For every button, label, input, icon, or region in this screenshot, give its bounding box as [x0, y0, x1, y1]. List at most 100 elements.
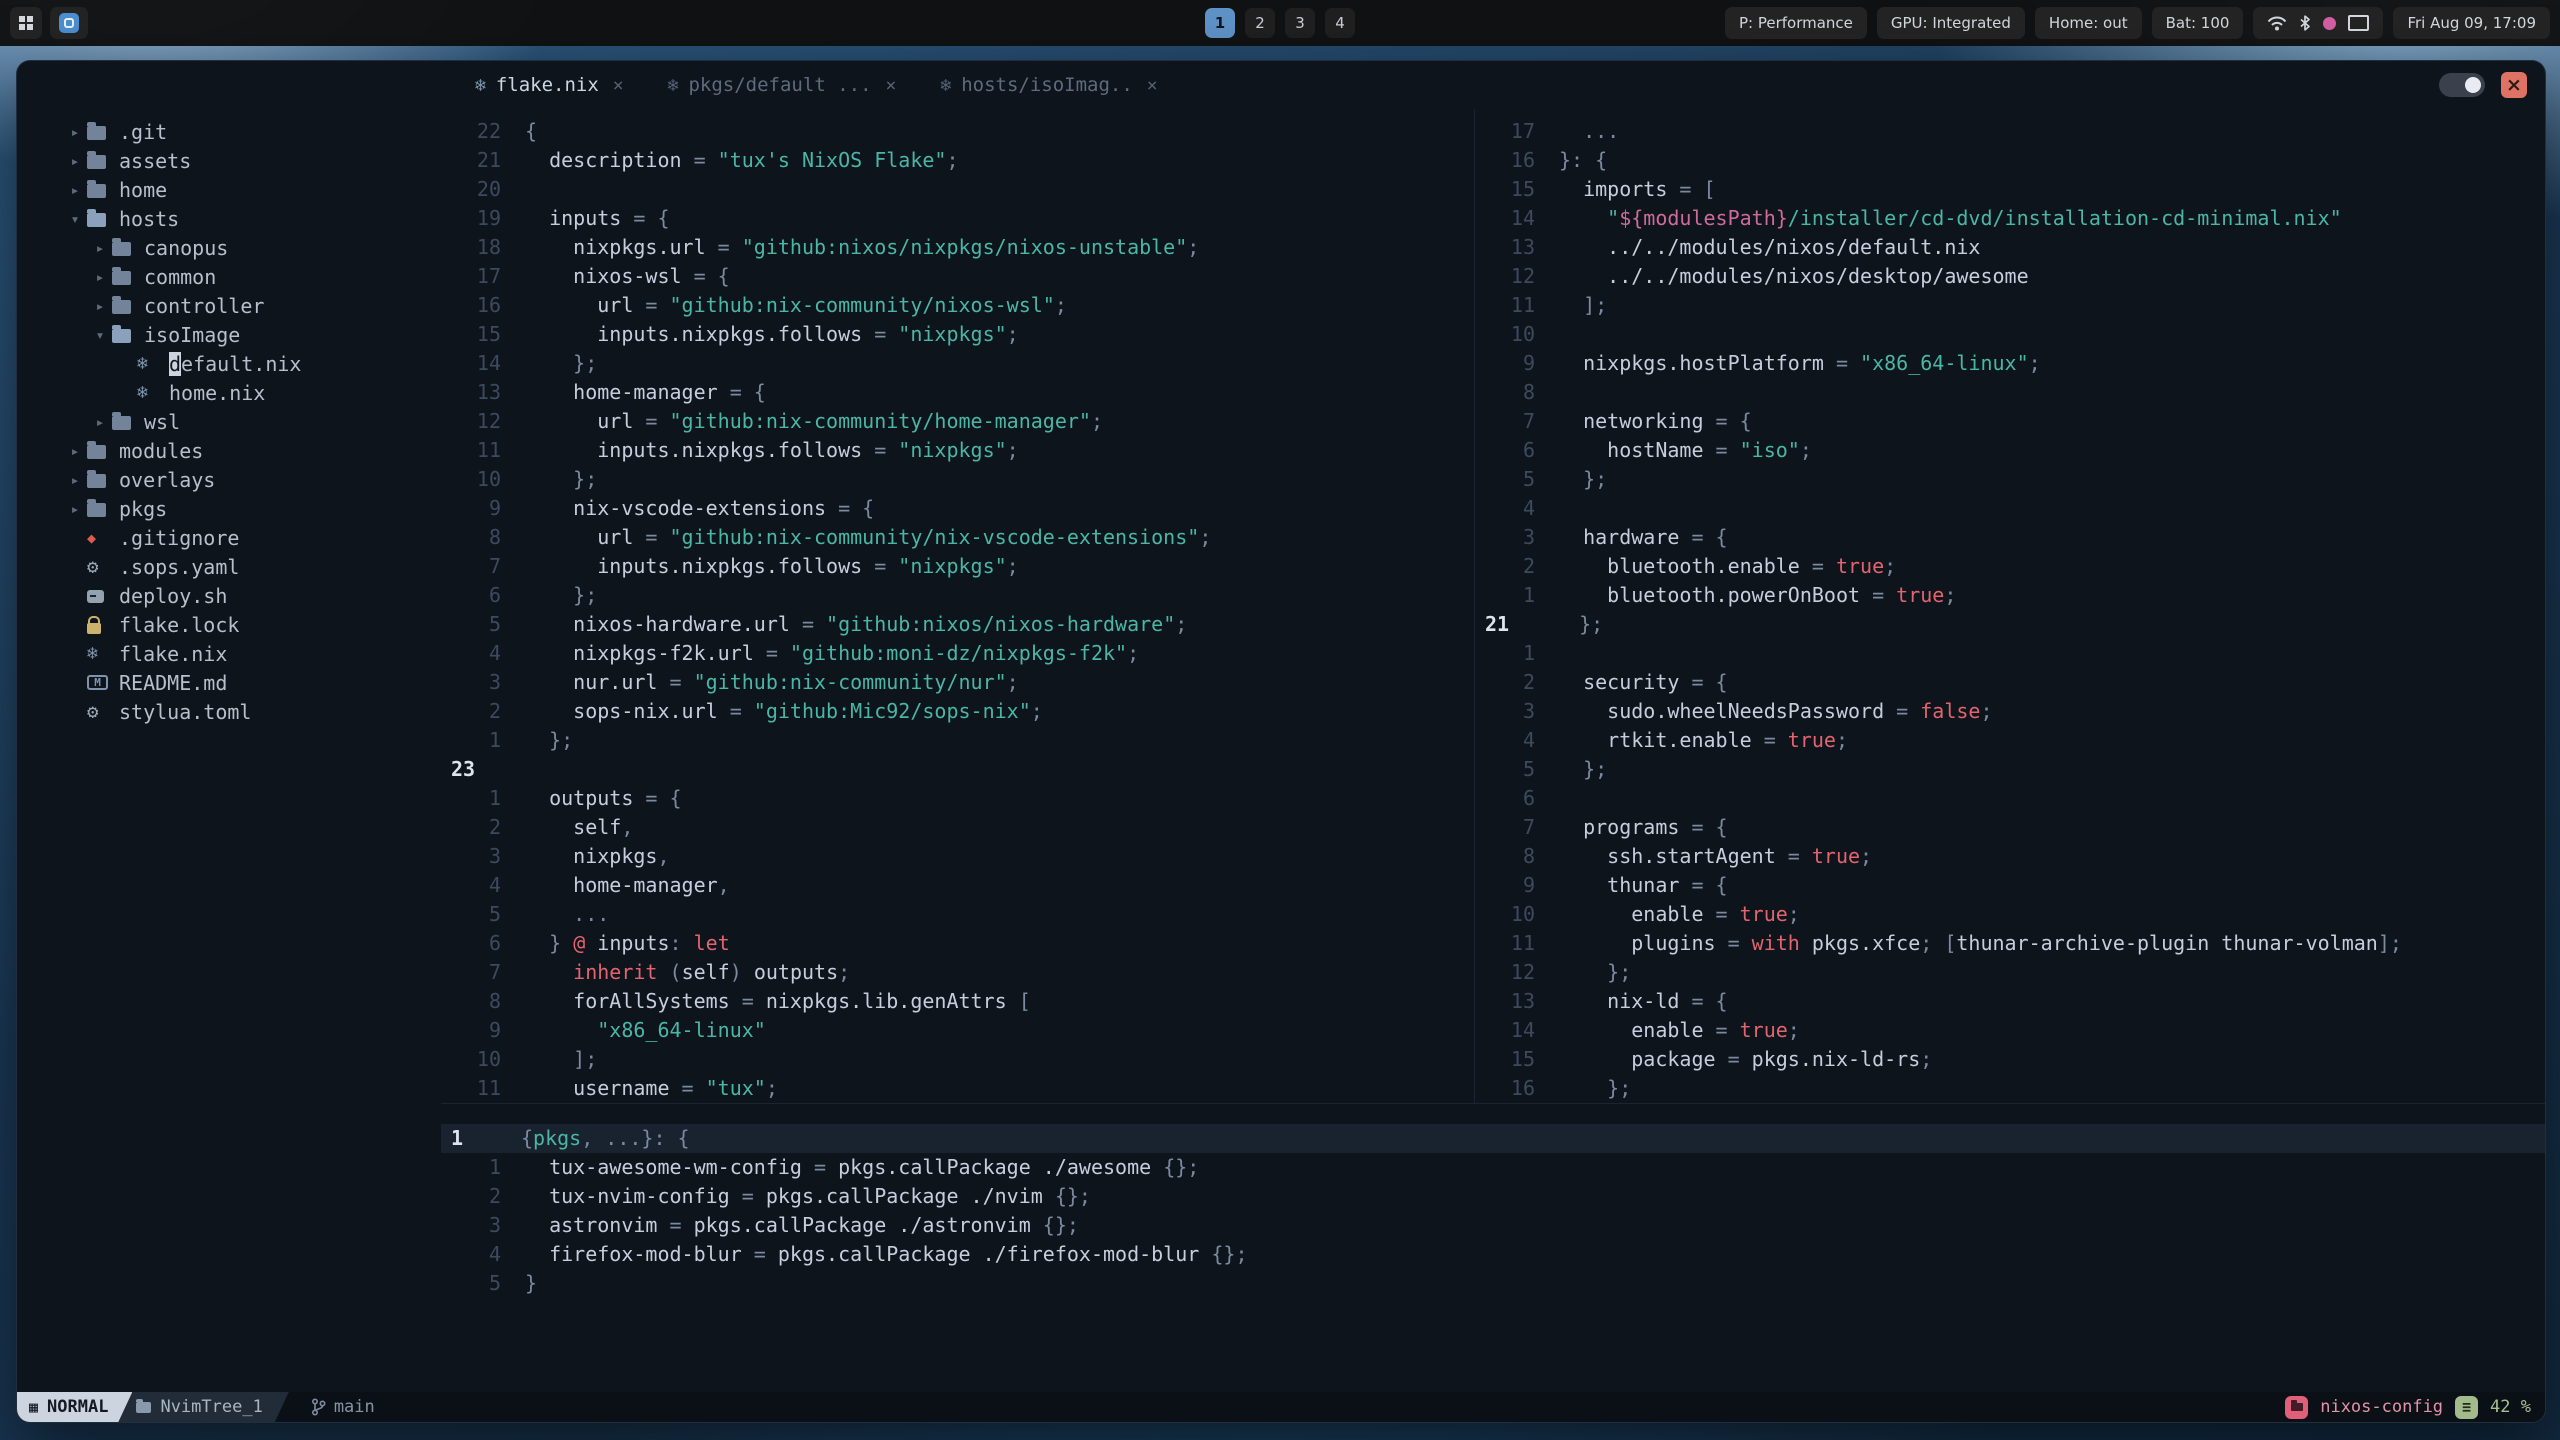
code-line[interactable]: 10 }; — [441, 465, 1474, 494]
tree-item-overlays[interactable]: ▸ overlays — [17, 465, 441, 494]
code-line[interactable]: 3 nur.url = "github:nix-community/nur"; — [441, 668, 1474, 697]
tree-item-hosts[interactable]: ▾ hosts — [17, 204, 441, 233]
code-line[interactable]: 20 — [441, 175, 1474, 204]
code-line[interactable]: 8 forAllSystems = nixpkgs.lib.genAttrs [ — [441, 987, 1474, 1016]
code-line[interactable]: 14 "${modulesPath}/installer/cd-dvd/inst… — [1475, 204, 2545, 233]
code-line[interactable]: 16}: { — [1475, 146, 2545, 175]
code-line[interactable]: 11 ]; — [1475, 291, 2545, 320]
code-line[interactable]: 15 imports = [ — [1475, 175, 2545, 204]
editor-pane-pkgs[interactable]: 1 {pkgs, ...}: {1 tux-awesome-wm-config =… — [441, 1103, 2545, 1392]
code-line[interactable]: 6 } @ inputs: let — [441, 929, 1474, 958]
code-line[interactable]: 3 astronvim = pkgs.callPackage ./astronv… — [441, 1211, 2545, 1240]
code-line[interactable]: 17 ... — [1475, 117, 2545, 146]
code-line[interactable]: 9 nix-vscode-extensions = { — [441, 494, 1474, 523]
tree-item-common[interactable]: ▸ common — [17, 262, 441, 291]
code-line[interactable]: 5 nixos-hardware.url = "github:nixos/nix… — [441, 610, 1474, 639]
code-line[interactable]: 18 nixpkgs.url = "github:nixos/nixpkgs/n… — [441, 233, 1474, 262]
tree-item-assets[interactable]: ▸ assets — [17, 146, 441, 175]
workspace-4[interactable]: 4 — [1325, 8, 1355, 38]
code-line[interactable]: 3 hardware = { — [1475, 523, 2545, 552]
code-line[interactable]: 9 "x86_64-linux" — [441, 1016, 1474, 1045]
tab-flake-nix[interactable]: ❄ flake.nix × — [457, 61, 642, 109]
code-line[interactable]: 4 home-manager, — [441, 871, 1474, 900]
tree-item-gitignore[interactable]: ◆ .gitignore — [17, 523, 441, 552]
code-line[interactable]: 6 }; — [441, 581, 1474, 610]
editor-pane-isoimage[interactable]: 17 ... 16}: {15 imports = [14 "${modulesP… — [1475, 109, 2545, 1103]
tree-item-stylua-toml[interactable]: ⚙ stylua.toml — [17, 697, 441, 726]
code-line[interactable]: 5 }; — [1475, 755, 2545, 784]
code-line[interactable]: 5} — [441, 1269, 2545, 1298]
tree-item-default-nix[interactable]: ❄ default.nix — [17, 349, 441, 378]
code-line[interactable]: 1 — [1475, 639, 2545, 668]
code-line[interactable]: 7 inputs.nixpkgs.follows = "nixpkgs"; — [441, 552, 1474, 581]
code-line[interactable]: 2 sops-nix.url = "github:Mic92/sops-nix"… — [441, 697, 1474, 726]
code-line[interactable]: 10 ]; — [441, 1045, 1474, 1074]
code-line[interactable]: 10 — [1475, 320, 2545, 349]
code-line[interactable]: 14 }; — [441, 349, 1474, 378]
code-line[interactable]: 2 tux-nvim-config = pkgs.callPackage ./n… — [441, 1182, 2545, 1211]
code-line[interactable]: 12 url = "github:nix-community/home-mana… — [441, 407, 1474, 436]
tree-item-isoimage[interactable]: ▾ isoImage — [17, 320, 441, 349]
code-line[interactable]: 11 username = "tux"; — [441, 1074, 1474, 1103]
code-line[interactable]: 23 — [441, 755, 1474, 784]
close-tab-icon[interactable]: × — [886, 75, 897, 96]
tree-item-pkgs[interactable]: ▸ pkgs — [17, 494, 441, 523]
code-line[interactable]: 4 — [1475, 494, 2545, 523]
code-line[interactable]: 1 tux-awesome-wm-config = pkgs.callPacka… — [441, 1153, 2545, 1182]
tree-item-controller[interactable]: ▸ controller — [17, 291, 441, 320]
code-line[interactable]: 8 ssh.startAgent = true; — [1475, 842, 2545, 871]
code-line[interactable]: 5 }; — [1475, 465, 2545, 494]
code-line[interactable]: 10 enable = true; — [1475, 900, 2545, 929]
code-line[interactable]: 12 }; — [1475, 958, 2545, 987]
code-line[interactable]: 9 nixpkgs.hostPlatform = "x86_64-linux"; — [1475, 349, 2545, 378]
tree-item-sops-yaml[interactable]: ⚙ .sops.yaml — [17, 552, 441, 581]
tree-item-git[interactable]: ▸ .git — [17, 117, 441, 146]
code-line[interactable]: 4 rtkit.enable = true; — [1475, 726, 2545, 755]
code-line[interactable]: 1 bluetooth.powerOnBoot = true; — [1475, 581, 2545, 610]
code-line[interactable]: 16 }; — [1475, 1074, 2545, 1103]
workspace-1[interactable]: 1 — [1205, 8, 1235, 38]
tree-item-home[interactable]: ▸ home — [17, 175, 441, 204]
code-line[interactable]: 4 firefox-mod-blur = pkgs.callPackage ./… — [441, 1240, 2545, 1269]
code-line[interactable]: 7 programs = { — [1475, 813, 2545, 842]
code-line[interactable]: 22 { — [441, 117, 1474, 146]
code-line[interactable]: 21 description = "tux's NixOS Flake"; — [441, 146, 1474, 175]
code-line[interactable]: 1 }; — [441, 726, 1474, 755]
code-line[interactable]: 19 inputs = { — [441, 204, 1474, 233]
tree-item-deploy-sh[interactable]: deploy.sh — [17, 581, 441, 610]
code-line[interactable]: 15 package = pkgs.nix-ld-rs; — [1475, 1045, 2545, 1074]
close-tab-icon[interactable]: × — [613, 75, 624, 96]
code-line[interactable]: 1 outputs = { — [441, 784, 1474, 813]
tree-item-flake-nix[interactable]: ❄ flake.nix — [17, 639, 441, 668]
code-line[interactable]: 7 inherit (self) outputs; — [441, 958, 1474, 987]
code-line[interactable]: 8 — [1475, 378, 2545, 407]
code-line[interactable]: 13 home-manager = { — [441, 378, 1474, 407]
code-line[interactable]: 15 inputs.nixpkgs.follows = "nixpkgs"; — [441, 320, 1474, 349]
code-line[interactable]: 5 ... — [441, 900, 1474, 929]
app-button[interactable] — [50, 7, 88, 39]
code-line[interactable]: 2 self, — [441, 813, 1474, 842]
workspace-3[interactable]: 3 — [1285, 8, 1315, 38]
code-line[interactable]: 3 sudo.wheelNeedsPassword = false; — [1475, 697, 2545, 726]
code-line[interactable]: 13 ../../modules/nixos/default.nix — [1475, 233, 2545, 262]
close-window-button[interactable]: × — [2501, 72, 2527, 98]
code-line[interactable]: 6 — [1475, 784, 2545, 813]
editor-pane-flake[interactable]: 22{21 description = "tux's NixOS Flake";… — [441, 109, 1475, 1103]
close-tab-icon[interactable]: × — [1147, 75, 1158, 96]
launcher-button[interactable] — [10, 7, 42, 39]
code-line[interactable]: 6 hostName = "iso"; — [1475, 436, 2545, 465]
code-line[interactable]: 14 enable = true; — [1475, 1016, 2545, 1045]
workspace-2[interactable]: 2 — [1245, 8, 1275, 38]
tree-item-modules[interactable]: ▸ modules — [17, 436, 441, 465]
code-line[interactable]: 12 ../../modules/nixos/desktop/awesome — [1475, 262, 2545, 291]
tree-item-readme-md[interactable]: M README.md — [17, 668, 441, 697]
code-line[interactable]: 1 {pkgs, ...}: { — [441, 1124, 2545, 1153]
code-line[interactable]: 9 thunar = { — [1475, 871, 2545, 900]
code-line[interactable]: 3 nixpkgs, — [441, 842, 1474, 871]
tab-hosts-isoimag[interactable]: ❄ hosts/isoImag.. × — [922, 61, 1175, 109]
tree-item-wsl[interactable]: ▸ wsl — [17, 407, 441, 436]
code-line[interactable]: 21 }; — [1475, 610, 2545, 639]
tree-item-home-nix[interactable]: ❄ home.nix — [17, 378, 441, 407]
code-line[interactable]: 2 security = { — [1475, 668, 2545, 697]
tree-item-flake-lock[interactable]: flake.lock — [17, 610, 441, 639]
